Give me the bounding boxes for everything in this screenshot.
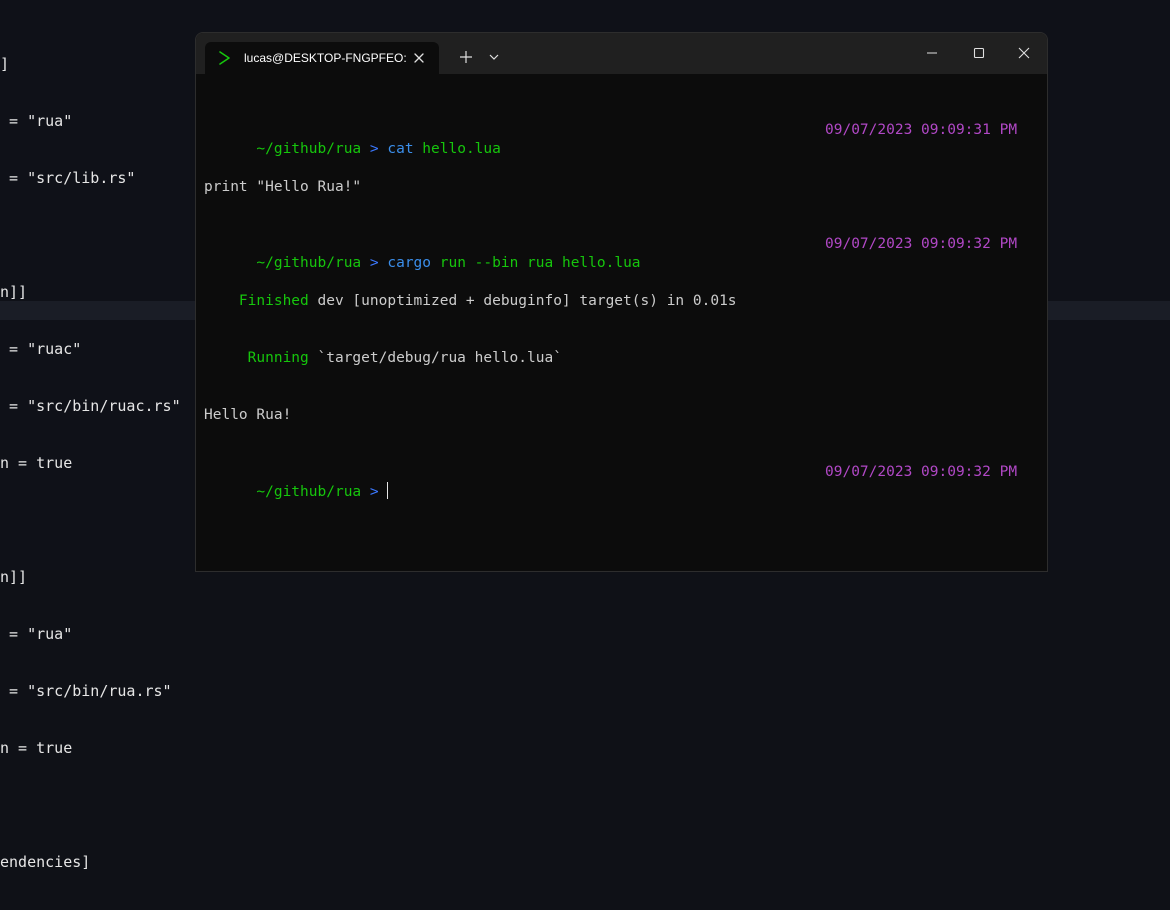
output-text: Hello Rua!	[204, 407, 292, 423]
command-args: run --bin rua hello.lua	[439, 255, 641, 271]
minimize-button[interactable]	[912, 38, 952, 68]
code-line: = "ruac"	[0, 340, 82, 358]
output-text: dev [unoptimized + debuginfo] target(s) …	[317, 293, 737, 309]
timestamp: 09/07/2023 09:09:32 PM	[825, 236, 1018, 252]
code-line: n = true	[0, 454, 73, 472]
maximize-icon	[973, 47, 985, 59]
command-args: hello.lua	[422, 141, 501, 157]
maximize-button[interactable]	[959, 38, 999, 68]
output-text: `target/debug/rua hello.lua`	[317, 350, 562, 366]
output-line: Hello Rua!	[204, 406, 1034, 425]
cargo-status: Finished	[238, 293, 309, 309]
code-line: = "src/bin/ruac.rs"	[0, 397, 181, 415]
text-cursor	[386, 482, 388, 499]
terminal-output[interactable]: ~/github/rua > cat hello.lua 09/07/2023 …	[204, 83, 1034, 520]
close-icon[interactable]	[412, 51, 426, 65]
code-line: = "rua"	[0, 625, 73, 643]
terminal-prompt-icon	[219, 51, 230, 65]
window-close-button[interactable]	[1004, 38, 1044, 68]
tab-title: lucas@DESKTOP-FNGPFEO: ~,	[244, 51, 409, 65]
editor-code: ] = "rua" = "src/lib.rs" n]] = "ruac" = …	[0, 0, 181, 910]
chevron-down-icon	[489, 54, 499, 60]
command-name: cargo	[387, 255, 432, 271]
prompt-arrow: >	[369, 484, 379, 500]
prompt-line: ~/github/rua > cargo run --bin rua hello…	[204, 235, 1034, 271]
prompt-line: ~/github/rua > 09/07/2023 09:09:32 PM	[204, 463, 1034, 500]
prompt-arrow: >	[369, 255, 379, 271]
prompt-path: ~/github/rua	[256, 484, 362, 500]
code-line: = "src/bin/rua.rs"	[0, 682, 172, 700]
code-line: n]]	[0, 283, 28, 301]
minimize-icon	[927, 52, 937, 54]
tab-dropdown-button[interactable]	[482, 45, 506, 69]
plus-icon	[460, 51, 472, 63]
output-line: Running `target/debug/rua hello.lua`	[204, 349, 1034, 368]
prompt-path: ~/github/rua	[256, 141, 362, 157]
close-icon	[1018, 47, 1030, 59]
prompt-line: ~/github/rua > cat hello.lua 09/07/2023 …	[204, 121, 1034, 157]
output-line: print "Hello Rua!"	[204, 178, 1034, 197]
code-line: = "rua"	[0, 112, 73, 130]
code-line: endencies]	[0, 853, 91, 871]
new-tab-button[interactable]	[451, 45, 481, 69]
code-line: ]	[0, 55, 10, 73]
output-text: print "Hello Rua!"	[204, 179, 362, 195]
prompt-arrow: >	[369, 141, 379, 157]
command-name: cat	[387, 141, 414, 157]
timestamp: 09/07/2023 09:09:32 PM	[825, 464, 1018, 480]
code-line: n]]	[0, 568, 28, 586]
terminal-tab[interactable]: lucas@DESKTOP-FNGPFEO: ~,	[205, 42, 439, 74]
prompt-path: ~/github/rua	[256, 255, 362, 271]
timestamp: 09/07/2023 09:09:31 PM	[825, 122, 1018, 138]
output-line: Finished dev [unoptimized + debuginfo] t…	[204, 292, 1034, 311]
code-line: n = true	[0, 739, 73, 757]
code-line: = "src/lib.rs"	[0, 169, 136, 187]
terminal-title-bar[interactable]: lucas@DESKTOP-FNGPFEO: ~,	[196, 33, 1047, 74]
terminal-window[interactable]: lucas@DESKTOP-FNGPFEO: ~, ~/github/rua >…	[195, 32, 1048, 572]
cargo-status: Running	[247, 350, 309, 366]
